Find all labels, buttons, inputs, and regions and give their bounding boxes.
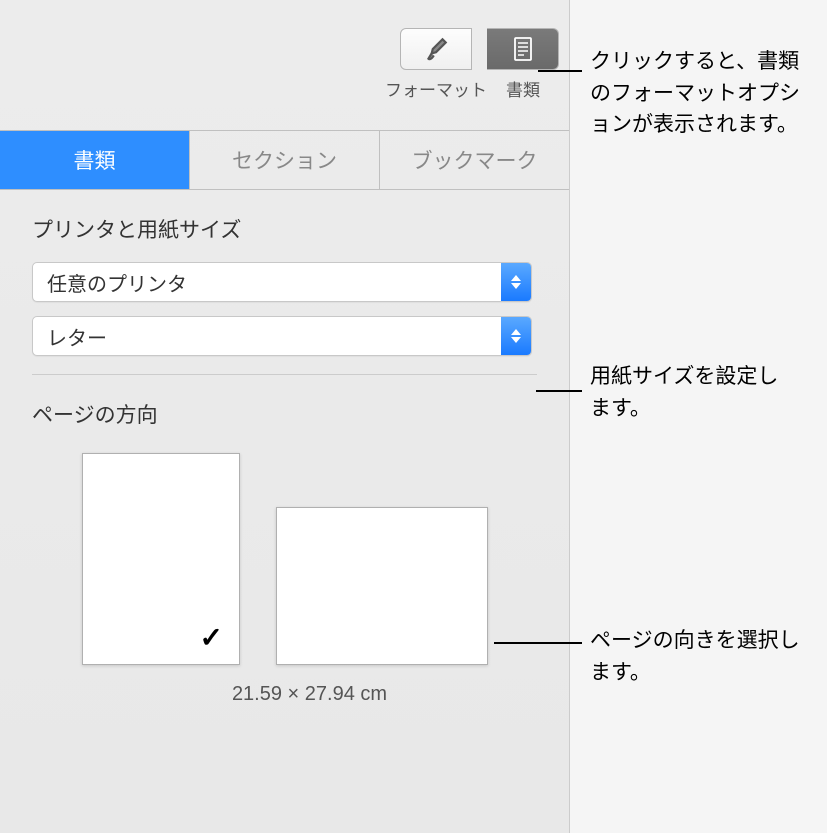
document-icon	[512, 37, 534, 61]
toolbar: フォーマット 書類	[0, 0, 569, 130]
callout-line	[494, 642, 582, 644]
orientation-section-title: ページの方向	[32, 399, 537, 429]
callout-line	[538, 70, 582, 72]
paper-value: レター	[33, 322, 107, 351]
checkmark-icon: ✓	[200, 621, 223, 654]
brush-icon	[423, 36, 449, 62]
format-button[interactable]	[400, 28, 472, 70]
format-label: フォーマット	[385, 76, 487, 101]
divider	[32, 374, 537, 375]
tab-bookmark[interactable]: ブックマーク	[380, 131, 569, 189]
printer-value: 任意のプリンタ	[33, 268, 187, 297]
dropdown-arrows-icon	[501, 263, 531, 301]
callout-orientation: ページの向きを選択します。	[590, 625, 810, 688]
document-toolbar-item: 書類	[487, 28, 559, 101]
dropdown-arrows-icon	[501, 317, 531, 355]
content-area: プリンタと用紙サイズ 任意のプリンタ レター ページの方向 ✓	[0, 190, 569, 730]
document-label: 書類	[506, 76, 540, 101]
inspector-panel: フォーマット 書類 書類 セクション ブックマーク プリンタと用紙サイズ 任意の…	[0, 0, 570, 833]
document-button[interactable]	[487, 28, 559, 70]
tab-section[interactable]: セクション	[190, 131, 380, 189]
callout-document-button: クリックすると、書類のフォーマットオプションが表示されます。	[590, 46, 820, 141]
callout-line	[536, 390, 582, 392]
callout-paper-size: 用紙サイズを設定します。	[590, 361, 790, 424]
orientation-portrait[interactable]: ✓	[82, 453, 240, 665]
paper-size-dropdown[interactable]: レター	[32, 316, 532, 356]
tabs: 書類 セクション ブックマーク	[0, 130, 569, 190]
portrait-preview: ✓	[82, 453, 240, 665]
format-toolbar-item: フォーマット	[385, 28, 487, 101]
orientation-container: ✓	[32, 453, 537, 665]
orientation-landscape[interactable]	[276, 453, 488, 665]
printer-dropdown[interactable]: 任意のプリンタ	[32, 262, 532, 302]
landscape-preview	[276, 507, 488, 665]
page-size-text: 21.59 × 27.94 cm	[32, 683, 537, 706]
printer-section-title: プリンタと用紙サイズ	[32, 214, 537, 244]
tab-document[interactable]: 書類	[0, 131, 190, 189]
